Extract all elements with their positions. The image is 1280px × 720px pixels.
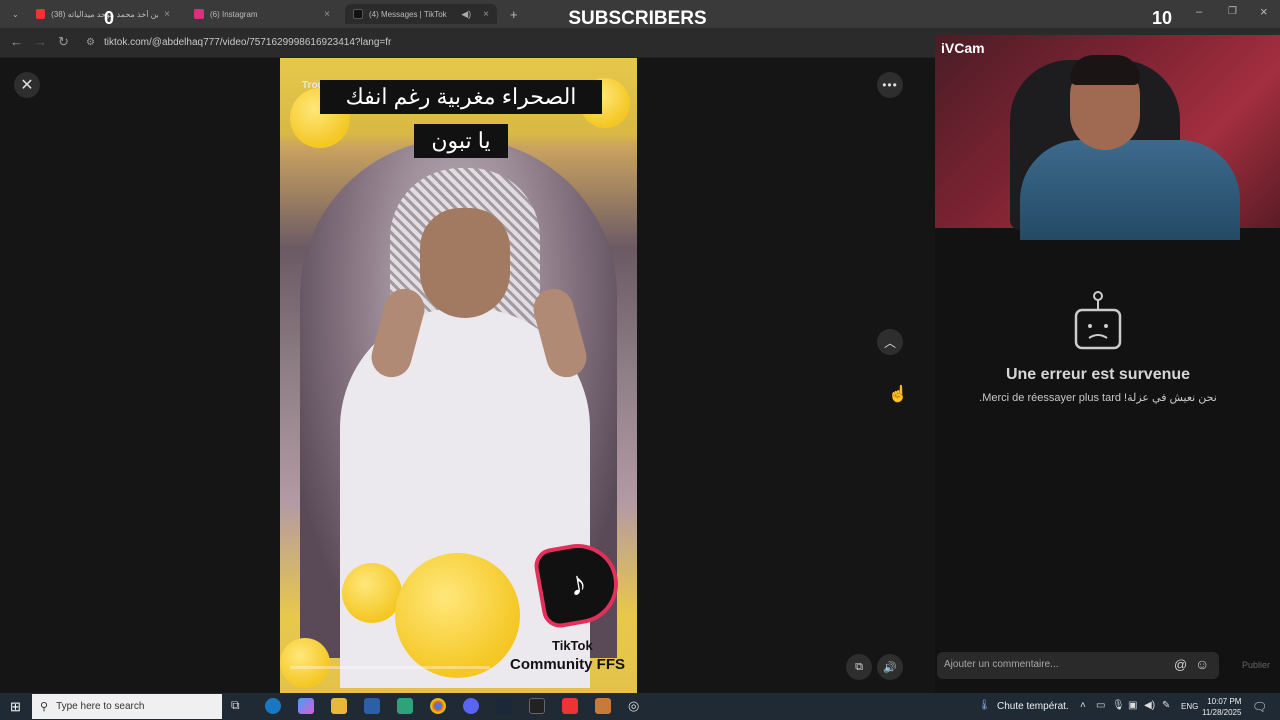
- back-arrow-icon[interactable]: ←: [10, 34, 23, 49]
- obs-icon[interactable]: ◎: [628, 698, 644, 714]
- tab-youtube[interactable]: (38) أين أخذ محمد موحد ميدالياته... ×: [28, 4, 178, 24]
- taskbar-search-input[interactable]: ⚲ Type here to search: [32, 694, 222, 719]
- streamer-hair: [1070, 55, 1140, 85]
- subscribers-title: SUBSCRIBERS: [568, 8, 707, 29]
- subscriber-count-right: 10: [1152, 8, 1173, 28]
- close-window-icon[interactable]: ×: [1260, 4, 1268, 19]
- tab-label: (6) Instagram: [210, 9, 258, 19]
- steam-icon[interactable]: [496, 698, 512, 714]
- close-icon[interactable]: ×: [164, 9, 170, 20]
- app-icon[interactable]: [397, 698, 413, 714]
- jacket: [1020, 140, 1240, 240]
- battery-icon[interactable]: ▭: [1096, 700, 1105, 711]
- minimize-icon[interactable]: –: [1196, 6, 1202, 18]
- volume-icon[interactable]: ◀): [1144, 700, 1155, 711]
- close-video-button[interactable]: ✕: [14, 72, 40, 98]
- speaker-icon[interactable]: ◀): [461, 9, 471, 20]
- youtube-icon: [36, 9, 46, 19]
- subscriber-count-left: 0: [104, 8, 115, 28]
- chevron-down-icon: ⌄: [12, 9, 19, 19]
- smiley-decoration: [342, 563, 402, 623]
- picture-in-picture-button[interactable]: ⧉: [846, 654, 872, 680]
- site-info-icon[interactable]: ⚙: [86, 37, 95, 48]
- chevron-up-icon[interactable]: ˄: [1080, 700, 1086, 711]
- video-caption-line2: يا تبون: [414, 124, 508, 158]
- mic-icon[interactable]: 🎙: [1112, 700, 1125, 711]
- more-icon: •••: [882, 78, 898, 92]
- tab-label: (4) Messages | TikTok: [369, 9, 447, 19]
- error-robot-icon: [1074, 291, 1122, 350]
- weather-text[interactable]: Chute températ.: [997, 701, 1069, 712]
- clock-time: 10:07 PM: [1207, 697, 1242, 706]
- youtube-icon[interactable]: [562, 698, 578, 714]
- speaker-icon: 🔊: [883, 661, 897, 674]
- close-icon[interactable]: ×: [324, 9, 330, 20]
- previous-video-button[interactable]: ︿: [877, 329, 903, 355]
- instagram-icon: [194, 9, 204, 19]
- error-title: Une erreur est survenue: [1005, 366, 1191, 383]
- close-icon[interactable]: ×: [483, 9, 489, 20]
- video-caption-line1: الصحراء مغربية رغم انفك: [320, 80, 602, 114]
- file-explorer-icon[interactable]: [331, 698, 347, 714]
- store-icon[interactable]: [364, 698, 380, 714]
- windows-start-icon[interactable]: ⊞: [10, 699, 21, 715]
- smiley-decoration: [280, 638, 330, 688]
- more-options-button[interactable]: •••: [877, 72, 903, 98]
- url-field[interactable]: tiktok.com/@abdelhaq777/video/7571629998…: [104, 37, 391, 48]
- epic-games-icon[interactable]: [529, 698, 545, 714]
- tiktok-icon: [353, 9, 363, 19]
- task-view-icon[interactable]: ⧉: [231, 698, 247, 714]
- copilot-icon[interactable]: [298, 698, 314, 714]
- tab-instagram[interactable]: (6) Instagram ×: [186, 4, 338, 24]
- mention-icon[interactable]: @: [1174, 657, 1187, 672]
- video-progress-bar[interactable]: [290, 666, 490, 669]
- language-indicator[interactable]: ENG: [1181, 702, 1198, 711]
- emoji-icon[interactable]: ☺: [1195, 656, 1209, 672]
- tiktok-watermark: TikTok: [552, 638, 593, 653]
- taskbar-search-placeholder: Type here to search: [56, 701, 145, 712]
- webcam-label: iVCam: [941, 40, 985, 56]
- reload-icon[interactable]: ↻: [58, 34, 69, 50]
- forward-arrow-icon[interactable]: →: [34, 34, 47, 49]
- clock-date: 11/28/2025: [1202, 708, 1242, 717]
- hand-cursor-icon: ☝: [888, 386, 908, 403]
- thermometer-icon: 🌡: [978, 700, 991, 711]
- tab-tiktok[interactable]: (4) Messages | TikTok ◀) ×: [345, 4, 497, 24]
- pip-icon: ⧉: [855, 660, 863, 673]
- discord-icon[interactable]: [463, 698, 479, 714]
- pen-icon[interactable]: ✎: [1162, 700, 1170, 711]
- chrome-icon[interactable]: [430, 698, 446, 714]
- post-comment-button[interactable]: Publier: [1242, 660, 1270, 670]
- close-icon: ✕: [20, 77, 34, 94]
- face: [420, 208, 510, 318]
- notifications-icon[interactable]: 🗨: [1252, 700, 1267, 714]
- edge-icon[interactable]: [265, 698, 281, 714]
- volume-button[interactable]: 🔊: [877, 654, 903, 680]
- app-icon[interactable]: [595, 698, 611, 714]
- restore-icon[interactable]: ❐: [1228, 6, 1237, 17]
- smiley-decoration: [395, 553, 520, 678]
- comment-placeholder: Ajouter un commentaire...: [944, 659, 1059, 670]
- chevron-up-icon: ︿: [883, 335, 896, 350]
- clock[interactable]: 10:07 PM 11/28/2025: [1202, 696, 1241, 718]
- network-icon[interactable]: ▣: [1128, 700, 1137, 711]
- community-watermark: Community FFS: [510, 656, 625, 673]
- error-message: .Merci de réessayer plus tard !نحن نعيش …: [979, 392, 1217, 404]
- search-icon: ⚲: [40, 701, 49, 713]
